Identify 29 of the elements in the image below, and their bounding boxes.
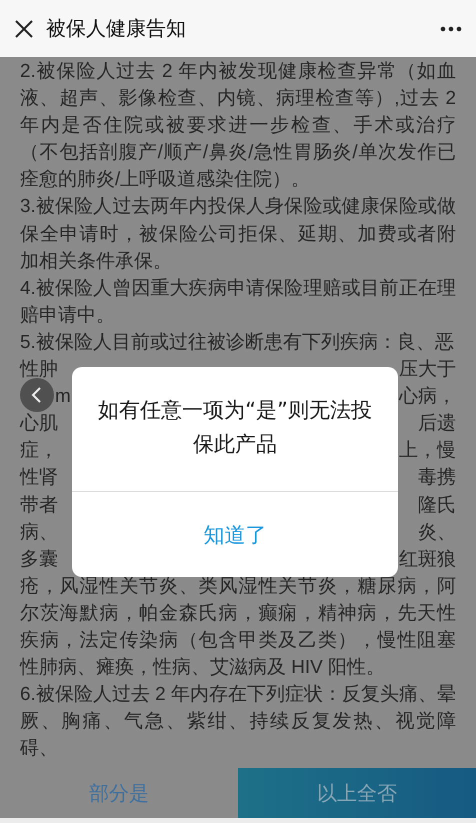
notice-text: 后遗 — [418, 412, 456, 436]
dialog-message: 如有任意一项为“是”则无法投保此产品 — [97, 397, 373, 458]
notice-text: 心病， — [399, 385, 456, 410]
notice-text: 心肌 — [20, 412, 58, 436]
answer-button[interactable]: 部分是 — [0, 768, 238, 818]
notice-paragraph: 3.被保险人过去两年内投保人身保险或健康保险或做保全申请时，被保险公司拒保、延期、加费或者附加相关条件承保。 — [20, 195, 456, 274]
answer-button[interactable]: 以上全否 — [238, 768, 476, 818]
notice-paragraph: 4.被保险人曾因重大疾病申请保险理赔或目前正在理赔申请中。 — [20, 276, 456, 328]
confirm-button[interactable]: 知道了 — [72, 492, 398, 577]
notice-text: 炎、 — [418, 520, 456, 545]
notice-text: 性肾 — [20, 466, 58, 490]
notice-text: 红斑狼 — [399, 548, 456, 572]
notice-text: 隆氏 — [418, 494, 456, 518]
notice-paragraph: 疮，风湿性关节炎、类风湿性关节炎，糖尿病，阿尔茨海默病，帕金森氏病，癫痫，精神病，先天性疾病，法定传染病（包含甲类及乙类），慢性阻塞性肺病、瘫痪，性病、艾滋病及 HIV 阳性。 — [20, 574, 456, 680]
close-icon[interactable] — [14, 18, 34, 38]
notice-text: 症， — [20, 439, 58, 464]
more-icon[interactable] — [440, 26, 462, 32]
notice-paragraph: 6.被保险人过去 2 年内存在下列症状：反复头痛、晕厥、胸痛、气急、紫绀、持续反复发热、视觉障碍、 — [20, 683, 456, 762]
notice-text: 性肿 — [20, 358, 58, 382]
notice-text: 多囊 — [20, 548, 58, 572]
notice-text: 毒携 — [418, 466, 456, 490]
notice-text: 压大于 — [399, 358, 456, 382]
page-title: 被保人健康告知 — [46, 15, 187, 42]
notice-text: 病、 — [20, 520, 58, 545]
notice-text: m — [55, 385, 71, 410]
notice-text: 上，慢 — [399, 439, 456, 464]
notice-paragraph: 2.被保险人过去 2 年内被发现健康检查异常（如血液、超声、影像检查、内镜、病理检查等）,过去 2 年内是否住院或被要求进一步检查、手术或治疗（不包括剖腹产/顺产/鼻炎/急性胃肠炎/单次发作已痊愈的肺炎/上呼吸道感染住院）。 — [20, 60, 456, 192]
notice-text: 带者 — [20, 494, 58, 518]
notice-paragraph: 5.被保险人目前或过往被诊断患有下列疾病：良、恶 — [20, 330, 455, 355]
